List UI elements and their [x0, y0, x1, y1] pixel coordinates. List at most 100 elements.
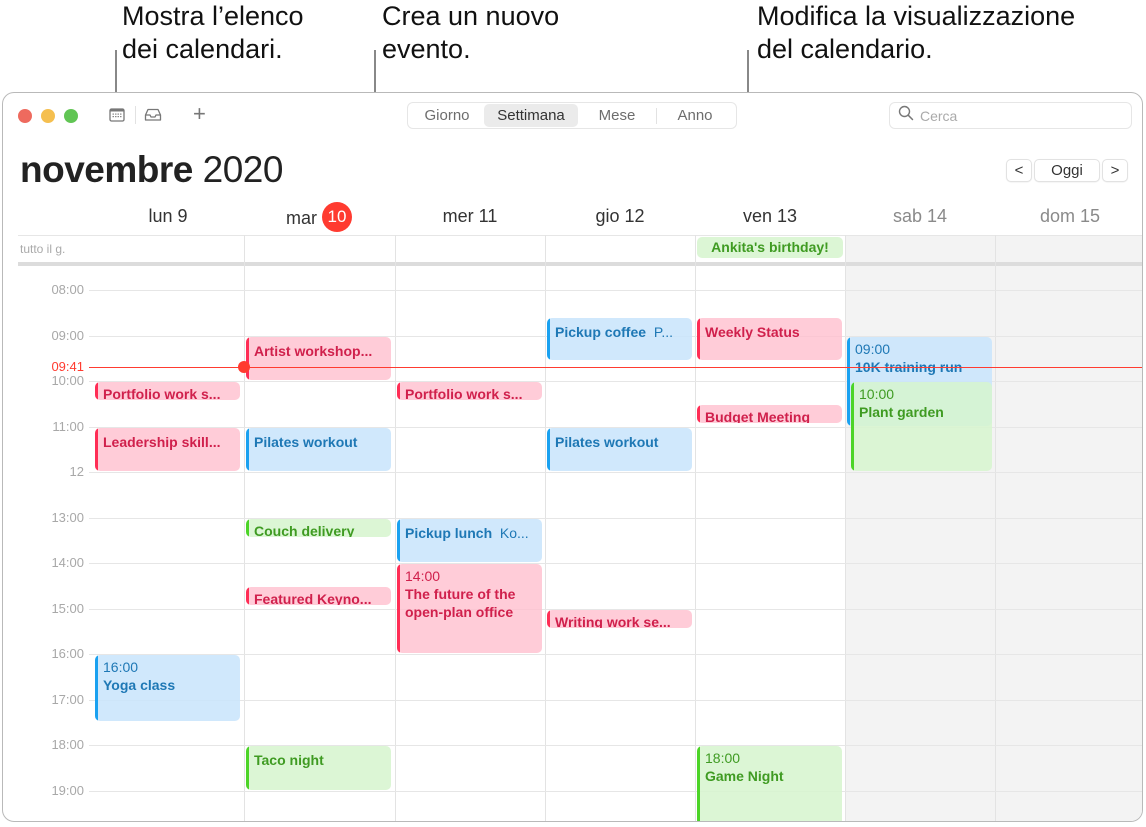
zoom-button[interactable]: [64, 109, 78, 123]
view-switcher: Giorno Settimana Mese Anno: [407, 102, 737, 129]
day-header-sab[interactable]: sab 14: [845, 206, 995, 227]
event-title: Pilates workout: [555, 433, 659, 450]
column-divider: [395, 235, 396, 821]
calendar-event[interactable]: Artist workshop...: [246, 336, 391, 380]
hour-line: [89, 654, 1142, 655]
event-time: 10:00: [859, 386, 895, 402]
hour-label: 09:00: [51, 327, 84, 343]
callout-line: evento.: [382, 34, 471, 64]
column-divider: [545, 235, 546, 821]
day-header-mer[interactable]: mer 11: [395, 206, 545, 227]
day-number: 14: [927, 206, 948, 226]
day-name: ven: [742, 206, 772, 226]
chevron-left-icon: <: [1014, 162, 1024, 179]
calendar-event[interactable]: 10:00 Plant garden: [851, 382, 992, 471]
event-title: Leadership skill...: [103, 433, 221, 450]
calendar-event[interactable]: 16:00 Yoga class: [95, 655, 240, 722]
today-badge: 10: [322, 202, 352, 232]
tab-mese[interactable]: Mese: [578, 104, 656, 127]
hour-label: 17:00: [51, 691, 84, 707]
day-name: sab: [892, 206, 922, 226]
callout-line: del calendario.: [757, 34, 933, 64]
chevron-right-icon: >: [1110, 162, 1120, 179]
calendar-list-icon[interactable]: [107, 105, 127, 125]
event-title: Weekly Status: [705, 324, 800, 341]
callout-line: Modifica la visualizzazione: [757, 1, 1076, 31]
calendar-event[interactable]: Budget Meeting: [697, 404, 842, 424]
day-name: lun: [148, 206, 173, 226]
day-number: 9: [177, 206, 188, 226]
hour-label: 10:00: [51, 373, 84, 388]
current-time-label: 09:41: [3, 358, 84, 374]
calendar-event[interactable]: Leadership skill...: [95, 427, 240, 471]
callout-line: Mostra l’elenco: [122, 1, 304, 31]
calendar-event[interactable]: Pickup lunch Ko...: [397, 518, 542, 562]
callout-new-event: Crea un nuovo evento.: [382, 0, 559, 66]
weekend-background: [995, 235, 1142, 821]
calendar-event[interactable]: Featured Keyno...: [246, 586, 391, 606]
search-placeholder: Cerca: [920, 107, 958, 124]
tab-anno[interactable]: Anno: [657, 104, 733, 127]
search-field[interactable]: Cerca: [889, 102, 1132, 129]
callout-calendars-list: Mostra l’elenco dei calendari.: [122, 0, 304, 66]
today-button[interactable]: Oggi: [1034, 159, 1100, 182]
event-title: Portfolio work s...: [103, 386, 221, 401]
hour-line: [89, 290, 1142, 291]
event-title: Game Night: [705, 768, 784, 784]
event-title: Couch delivery: [254, 522, 355, 537]
day-header-ven[interactable]: ven 13: [695, 206, 845, 227]
column-divider: [845, 235, 846, 821]
day-header-dom[interactable]: dom 15: [995, 206, 1142, 227]
event-title: Pilates workout: [254, 433, 358, 450]
event-location: P...: [653, 324, 674, 341]
calendar-event[interactable]: Pickup coffee P...: [547, 318, 692, 360]
grid-line: [18, 235, 1142, 236]
event-title-text: Pickup coffee: [555, 324, 647, 341]
event-title: Pickup lunch: [405, 525, 492, 541]
search-icon: [898, 105, 914, 126]
event-title: The future of the open-plan office: [405, 586, 516, 620]
calendar-event[interactable]: Couch delivery: [246, 518, 391, 537]
hour-line: [89, 563, 1142, 564]
month-label: novembre: [20, 149, 193, 190]
minimize-button[interactable]: [41, 109, 55, 123]
hour-label: 11:00: [52, 418, 84, 434]
next-week-button[interactable]: >: [1102, 159, 1128, 182]
calendar-event[interactable]: 18:00 Game Night: [697, 746, 842, 821]
hour-line: [89, 790, 1142, 792]
calendar-event[interactable]: Portfolio work s...: [397, 382, 542, 401]
event-title: Portfolio work s...: [405, 386, 523, 401]
tab-settimana[interactable]: Settimana: [484, 104, 578, 127]
hour-label: 16:00: [51, 646, 84, 661]
calendar-event[interactable]: Pilates workout: [246, 427, 391, 471]
inbox-tray-icon[interactable]: [143, 105, 163, 125]
all-day-separator: [18, 262, 1142, 266]
hour-label: 13:00: [51, 509, 84, 525]
day-number: 15: [1080, 206, 1101, 226]
event-title: Writing work se...: [555, 613, 671, 628]
calendar-event[interactable]: Taco night: [246, 746, 391, 790]
event-title: Featured Keyno...: [254, 590, 372, 606]
day-name: gio: [595, 206, 620, 226]
close-button[interactable]: [18, 109, 32, 123]
calendar-event[interactable]: 14:00 The future of the open-plan office: [397, 564, 542, 653]
toolbar-separator: [135, 106, 136, 124]
event-title: Yoga class: [103, 677, 176, 693]
day-header-lun[interactable]: lun 9: [93, 206, 243, 227]
day-header-mar[interactable]: mar 10: [244, 202, 394, 232]
event-title: Artist workshop...: [254, 342, 373, 359]
previous-week-button[interactable]: <: [1006, 159, 1032, 182]
calendar-event[interactable]: Pilates workout: [547, 427, 692, 471]
hour-label: 08:00: [51, 282, 84, 297]
calendar-window: + Giorno Settimana Mese Anno Cerca novem…: [2, 92, 1143, 822]
day-header-gio[interactable]: gio 12: [545, 206, 695, 227]
calendar-event[interactable]: Weekly Status: [697, 318, 842, 360]
add-event-button[interactable]: +: [193, 101, 206, 127]
calendar-event[interactable]: Writing work se...: [547, 609, 692, 628]
callout-line: dei calendari.: [122, 34, 283, 64]
all-day-event[interactable]: Ankita's birthday!: [697, 237, 843, 258]
event-title: Taco night: [254, 752, 324, 768]
tab-giorno[interactable]: Giorno: [410, 104, 484, 127]
calendar-event[interactable]: Portfolio work s...: [95, 382, 240, 401]
event-time: 14:00: [405, 568, 441, 584]
